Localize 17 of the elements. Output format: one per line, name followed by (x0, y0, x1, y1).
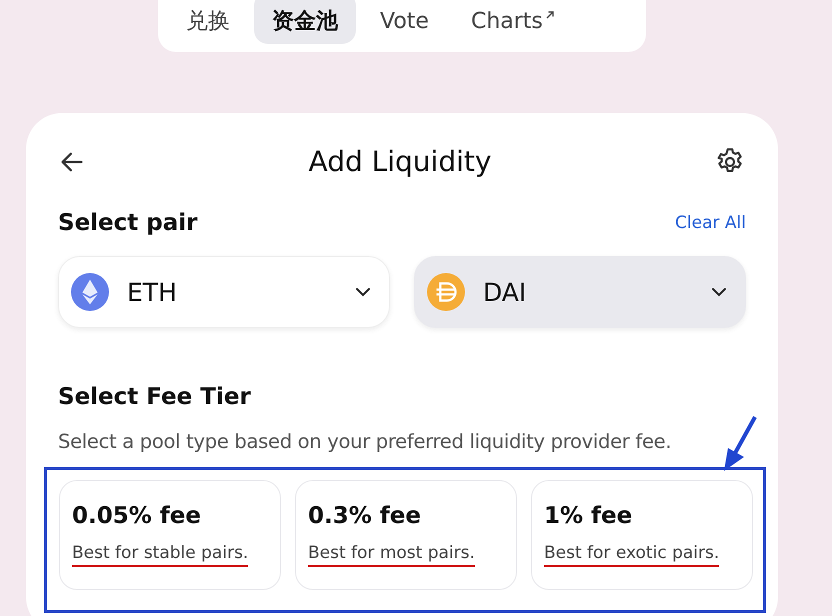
nav-tab[interactable]: 资金池 (254, 0, 356, 44)
external-link-icon (544, 10, 555, 20)
token-selector[interactable]: DAI (414, 256, 746, 328)
nav-tab[interactable]: Charts (452, 0, 573, 44)
nav-tab[interactable]: Vote (362, 0, 447, 44)
fee-tier-option[interactable]: 1% fee Best for exotic pairs. (531, 480, 753, 590)
card-title: Add Liquidity (308, 145, 492, 178)
clear-all-link[interactable]: Clear All (671, 213, 746, 233)
diamond-coin-icon (71, 273, 109, 311)
fee-tier-option[interactable]: 0.3% fee Best for most pairs. (295, 480, 517, 590)
fee-description: Select a pool type based on your preferred liquidity provider fee. (58, 430, 672, 453)
coin-icon (427, 273, 465, 311)
token-selector[interactable]: ETH (58, 256, 390, 328)
section-heading: Select Fee Tier (58, 384, 252, 410)
section-heading: Select pair (58, 210, 198, 236)
fee-tier-option[interactable]: 0.05% fee Best for stable pairs. (59, 480, 281, 590)
nav-tab[interactable]: 兑换 (168, 0, 248, 44)
